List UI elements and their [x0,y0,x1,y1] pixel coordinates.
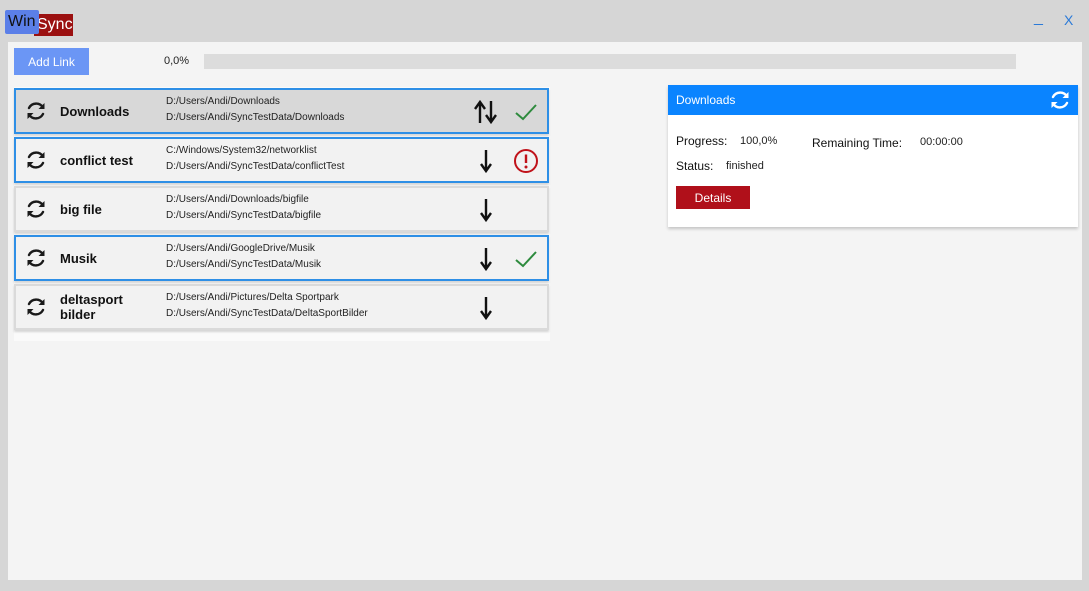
link-target-path: D:/Users/Andi/SyncTestData/Downloads [166,112,345,123]
sync-icon[interactable] [24,99,48,123]
link-item-downloads[interactable]: Downloads D:/Users/Andi/Downloads D:/Use… [14,88,549,134]
link-target-path: D:/Users/Andi/SyncTestData/bigfile [166,210,322,221]
link-item-conflict-test[interactable]: conflict test C:/Windows/System32/networ… [14,137,549,183]
app-logo: Win Sync [5,10,73,36]
detail-header: Downloads [668,85,1078,115]
logo-sync-text: Sync [34,14,73,36]
remaining-time-value: 00:00:00 [920,136,963,148]
down-arrow-icon[interactable] [471,197,501,223]
remaining-time-label: Remaining Time: [812,136,903,150]
sync-icon[interactable] [24,148,48,172]
progress-label: Progress: [676,134,728,148]
link-name: deltasport bilder [60,292,123,322]
down-arrow-icon[interactable] [471,246,501,272]
link-source-path: D:/Users/Andi/GoogleDrive/Musik [166,243,315,254]
main-panel: Add Link 0,0% Downloads D:/Users/Andi/Do… [8,42,1082,580]
link-list[interactable]: Downloads D:/Users/Andi/Downloads D:/Use… [14,87,550,341]
bidirectional-arrows-icon[interactable] [471,99,501,125]
logo-win-text: Win [5,10,39,34]
detail-title: Downloads [676,93,736,107]
overall-progress-text: 0,0% [164,55,190,67]
checkmark-icon [515,104,537,121]
link-target-path: D:/Users/Andi/SyncTestData/DeltaSportBil… [166,308,368,319]
link-source-path: D:/Users/Andi/Pictures/Delta Sportpark [166,292,339,303]
error-icon [514,149,538,173]
detail-panel: Downloads Progress: 100,0% Remaining Tim… [668,85,1078,227]
link-item-deltasport-bilder[interactable]: deltasport bilder D:/Users/Andi/Pictures… [14,284,549,330]
link-name: conflict test [60,153,133,168]
link-name: big file [60,202,102,217]
details-button[interactable]: Details [676,186,750,209]
down-arrow-icon[interactable] [471,295,501,321]
link-target-path: D:/Users/Andi/SyncTestData/conflictTest [166,161,345,172]
link-name: Musik [60,251,97,266]
checkmark-icon [515,251,537,268]
link-item-big-file[interactable]: big file D:/Users/Andi/Downloads/bigfile… [14,186,549,232]
link-source-path: C:/Windows/System32/networklist [166,145,317,156]
link-target-path: D:/Users/Andi/SyncTestData/Musik [166,259,322,270]
close-button[interactable]: X [1064,12,1073,28]
link-source-path: D:/Users/Andi/Downloads [166,96,280,107]
add-link-button[interactable]: Add Link [14,48,89,75]
sync-icon[interactable] [24,197,48,221]
overall-progress-bar [204,54,1016,69]
status-label: Status: [676,159,714,173]
minimize-button[interactable]: _ [1034,9,1043,27]
link-name: Downloads [60,104,130,119]
down-arrow-icon[interactable] [471,148,501,174]
sync-icon[interactable] [24,295,48,319]
sync-icon[interactable] [1048,88,1072,112]
link-source-path: D:/Users/Andi/Downloads/bigfile [166,194,309,205]
status-value: finished [726,160,764,172]
sync-icon[interactable] [24,246,48,270]
progress-value: 100,0% [740,135,778,147]
link-item-musik[interactable]: Musik D:/Users/Andi/GoogleDrive/Musik D:… [14,235,549,281]
